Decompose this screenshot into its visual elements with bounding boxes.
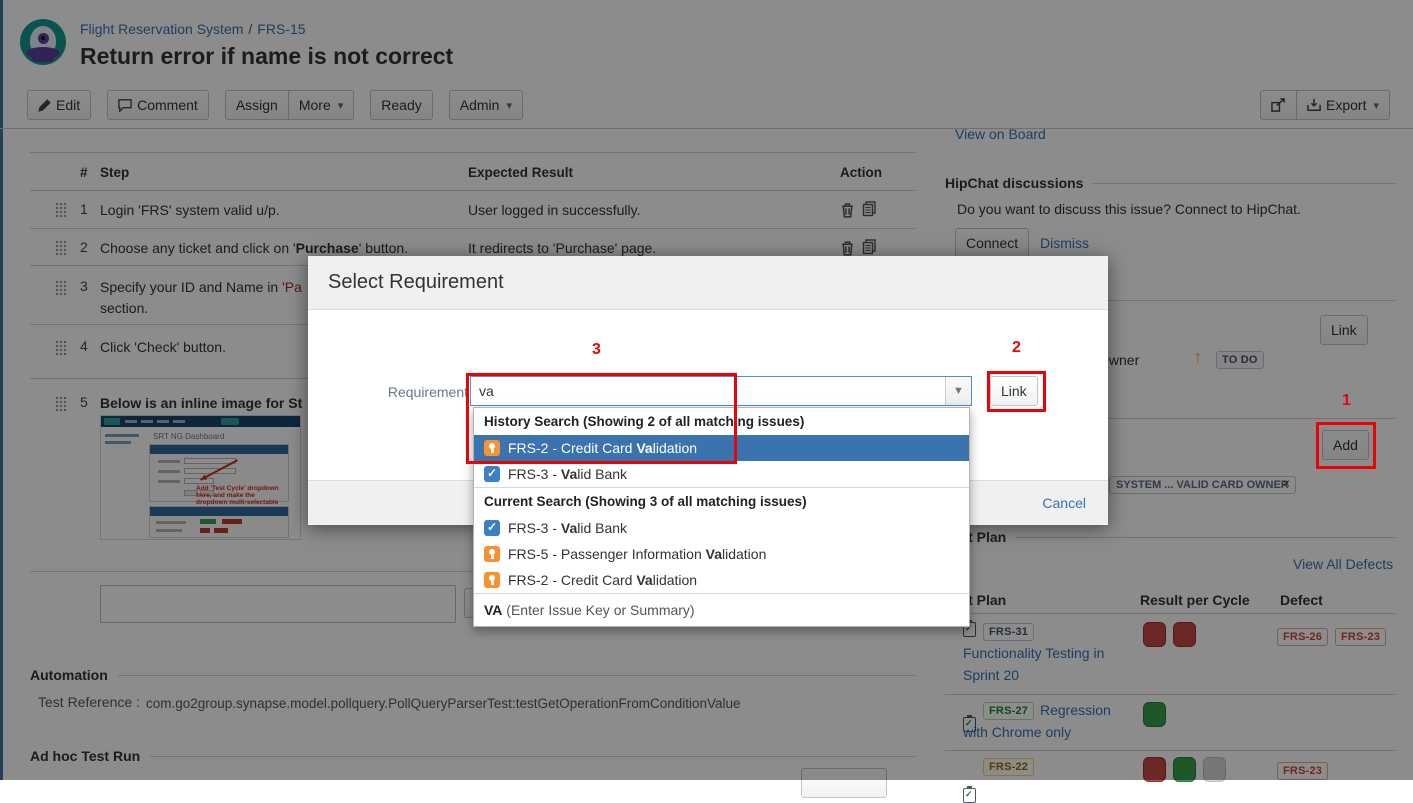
requirement-suggestions-dropdown: History Search (Showing 2 of all matchin… xyxy=(473,407,970,627)
dialog-title: Select Requirement xyxy=(328,271,504,294)
requirement-input[interactable] xyxy=(471,377,945,405)
history-search-header: History Search (Showing 2 of all matchin… xyxy=(474,408,969,435)
suggestion-item-frs2[interactable]: FRS-2 - Credit Card Validation xyxy=(474,567,969,593)
annotation-number-1: 1 xyxy=(1342,392,1351,410)
suggestion-item-frs3[interactable]: FRS-3 - Valid Bank xyxy=(474,515,969,541)
annotation-number-2: 2 xyxy=(1012,339,1021,357)
test-plan-icon xyxy=(963,788,976,803)
combobox-dropdown-toggle[interactable]: ▼ xyxy=(945,377,971,405)
current-search-header: Current Search (Showing 3 of all matchin… xyxy=(474,488,969,515)
requirement-type-icon xyxy=(484,546,500,562)
link-button[interactable]: Link xyxy=(990,376,1038,406)
suggestion-item-frs5[interactable]: FRS-5 - Passenger Information Validation xyxy=(474,541,969,567)
task-type-icon xyxy=(484,466,500,482)
annotation-number-3: 3 xyxy=(592,341,601,359)
requirement-type-icon xyxy=(484,572,500,588)
task-type-icon xyxy=(484,520,500,536)
chevron-down-icon: ▼ xyxy=(953,385,964,397)
dialog-header: Select Requirement xyxy=(308,256,1108,310)
manual-entry-option[interactable]: VA (Enter Issue Key or Summary) xyxy=(474,594,969,626)
suggestion-item-frs2-selected[interactable]: FRS-2 - Credit Card Validation xyxy=(474,435,969,461)
requirement-combobox: ▼ xyxy=(470,376,972,406)
suggestion-item-frs3[interactable]: FRS-3 - Valid Bank xyxy=(474,461,969,487)
requirement-type-icon xyxy=(484,440,500,456)
cancel-link[interactable]: Cancel xyxy=(1042,495,1086,511)
requirement-field-label: Requirement xyxy=(380,384,468,400)
